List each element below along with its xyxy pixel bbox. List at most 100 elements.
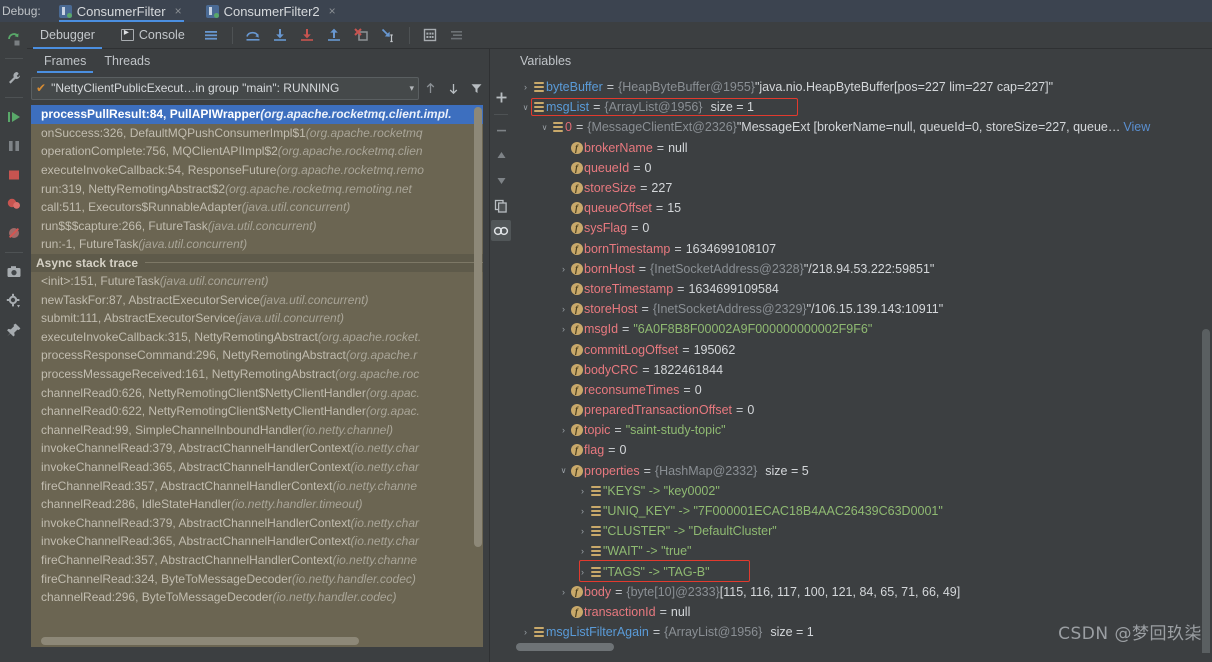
step-over-icon[interactable] [240, 23, 267, 47]
async-frame-list-item[interactable]: invokeChannelRead:379, AbstractChannelHa… [31, 439, 483, 458]
variable-row[interactable]: ∨ msgList = {ArrayList@1956} size = 1 [512, 97, 1212, 117]
chevron-right-icon[interactable]: › [577, 526, 588, 536]
thread-selector-dropdown[interactable]: ✔ "NettyClientPublicExecut…in group "mai… [31, 76, 419, 100]
drop-frame-icon[interactable] [348, 23, 375, 47]
variables-vertical-scrollbar[interactable] [1202, 329, 1210, 653]
frames-vertical-scrollbar[interactable] [474, 107, 482, 547]
rerun-icon[interactable] [2, 26, 26, 52]
filter-frames-icon[interactable] [465, 77, 488, 100]
show-console-lines-icon[interactable] [198, 23, 225, 47]
async-frame-list-item[interactable]: invokeChannelRead:365, AbstractChannelHa… [31, 458, 483, 477]
add-watch-icon[interactable] [491, 87, 511, 108]
stop-icon[interactable] [2, 162, 26, 188]
variable-row[interactable]: › f bornHost = {InetSocketAddress@2328} "/21… [512, 259, 1212, 279]
chevron-right-icon[interactable]: › [577, 506, 588, 516]
variable-row[interactable]: f reconsumeTimes = 0 [512, 380, 1212, 400]
variable-row[interactable]: › f body = {byte[10]@2333} [115, 116, 117, 1… [512, 582, 1212, 602]
variable-row[interactable]: › "KEYS" -> "key0002" [512, 481, 1212, 501]
frame-list-item[interactable]: processPullResult:84, PullAPIWrapper (or… [31, 105, 483, 124]
chevron-right-icon[interactable]: › [558, 425, 569, 435]
variable-row[interactable]: › "CLUSTER" -> "DefaultCluster" [512, 521, 1212, 541]
variable-row[interactable]: ∨ f properties = {HashMap@2332} size = 5 [512, 461, 1212, 481]
async-frame-list-item[interactable]: channelRead:286, IdleStateHandler (io.ne… [31, 495, 483, 514]
call-stack-frames-list[interactable]: processPullResult:84, PullAPIWrapper (or… [31, 105, 483, 647]
variable-row[interactable]: f storeSize = 227 [512, 178, 1212, 198]
tab-debugger[interactable]: Debugger [27, 22, 108, 49]
variable-row[interactable]: f sysFlag = 0 [512, 218, 1212, 238]
async-frame-list-item[interactable]: <init>:151, FutureTask (java.util.concur… [31, 272, 483, 291]
evaluate-expression-icon[interactable] [417, 23, 444, 47]
variable-row[interactable]: f queueOffset = 15 [512, 198, 1212, 218]
chevron-right-icon[interactable]: › [577, 567, 588, 577]
tab-console[interactable]: Console [108, 22, 198, 49]
async-frame-list-item[interactable]: fireChannelRead:357, AbstractChannelHand… [31, 476, 483, 495]
variable-row[interactable]: › f storeHost = {InetSocketAddress@2329} "/1… [512, 299, 1212, 319]
chevron-right-icon[interactable]: › [520, 627, 531, 637]
chevron-right-icon[interactable]: › [558, 324, 569, 334]
async-frame-list-item[interactable]: processMessageReceived:161, NettyRemotin… [31, 365, 483, 384]
debugger-settings-icon[interactable] [2, 288, 26, 314]
frame-list-item[interactable]: executeInvokeCallback:54, ResponseFuture… [31, 161, 483, 180]
async-frame-list-item[interactable]: channelRead0:626, NettyRemotingClient$Ne… [31, 383, 483, 402]
frame-list-item[interactable]: operationComplete:756, MQClientAPIImpl$2… [31, 142, 483, 161]
variable-row[interactable]: › "UNIQ_KEY" -> "7F000001ECAC18B4AAC26439… [512, 501, 1212, 521]
watches-icon[interactable] [491, 220, 511, 241]
view-breakpoints-icon[interactable] [2, 191, 26, 217]
async-frame-list-item[interactable]: newTaskFor:87, AbstractExecutorService (… [31, 290, 483, 309]
run-to-cursor-icon[interactable] [375, 23, 402, 47]
frame-list-item[interactable]: run:-1, FutureTask (java.util.concurrent… [31, 235, 483, 254]
async-frame-list-item[interactable]: invokeChannelRead:379, AbstractChannelHa… [31, 513, 483, 532]
chevron-down-icon[interactable]: ∨ [558, 466, 569, 475]
async-frame-list-item[interactable]: executeInvokeCallback:315, NettyRemoting… [31, 328, 483, 347]
variables-tree[interactable]: › byteBuffer = {HeapByteBuffer@1955} "java.… [512, 77, 1212, 653]
frame-down-icon[interactable] [442, 77, 465, 100]
async-frame-list-item[interactable]: processResponseCommand:296, NettyRemotin… [31, 346, 483, 365]
chevron-right-icon[interactable]: › [558, 587, 569, 597]
frame-list-item[interactable]: onSuccess:326, DefaultMQPushConsumerImpl… [31, 124, 483, 143]
resume-program-icon[interactable] [2, 104, 26, 130]
chevron-right-icon[interactable]: › [577, 486, 588, 496]
close-icon[interactable]: × [175, 5, 182, 17]
tab-threads[interactable]: Threads [95, 54, 159, 73]
async-frame-list-item[interactable]: fireChannelRead:357, AbstractChannelHand… [31, 551, 483, 570]
run-tab-consumerfilter[interactable]: ConsumerFilter × [55, 0, 188, 22]
async-frame-list-item[interactable]: submit:111, AbstractExecutorService (jav… [31, 309, 483, 328]
layout-settings-icon[interactable] [444, 23, 471, 47]
chevron-right-icon[interactable]: › [558, 304, 569, 314]
variable-row[interactable]: › f msgId = "6A0F8B8F00002A9F000000000002F9F… [512, 319, 1212, 339]
variable-row[interactable]: ∨ 0 = {MessageClientExt@2326} "MessageExt [… [512, 117, 1212, 137]
variable-row[interactable]: f queueId = 0 [512, 158, 1212, 178]
variable-row[interactable]: › "TAGS" -> "TAG-B" [512, 559, 1212, 582]
move-up-icon[interactable] [491, 145, 511, 166]
step-into-icon[interactable] [267, 23, 294, 47]
async-frame-list-item[interactable]: fireChannelRead:324, ByteToMessageDecode… [31, 569, 483, 588]
variable-row[interactable]: f commitLogOffset = 195062 [512, 339, 1212, 359]
chevron-right-icon[interactable]: › [558, 264, 569, 274]
pin-tab-icon[interactable] [2, 317, 26, 343]
variable-row[interactable]: f bodyCRC = 1822461844 [512, 360, 1212, 380]
async-frame-list-item[interactable]: channelRead:99, SimpleChannelInboundHand… [31, 421, 483, 440]
chevron-down-icon[interactable]: ∨ [520, 103, 531, 112]
copy-value-icon[interactable] [491, 195, 511, 216]
pause-program-icon[interactable] [2, 133, 26, 159]
variables-horizontal-scrollbar[interactable] [516, 643, 614, 651]
mute-breakpoints-icon[interactable] [2, 220, 26, 246]
variable-row[interactable]: f storeTimestamp = 1634699109584 [512, 279, 1212, 299]
frame-list-item[interactable]: run:319, NettyRemotingAbstract$2 (org.ap… [31, 179, 483, 198]
async-frame-list-item[interactable]: invokeChannelRead:365, AbstractChannelHa… [31, 532, 483, 551]
tab-frames[interactable]: Frames [35, 54, 95, 73]
close-icon[interactable]: × [329, 5, 336, 17]
variable-row[interactable]: f preparedTransactionOffset = 0 [512, 400, 1212, 420]
chevron-right-icon[interactable]: › [577, 546, 588, 556]
variable-row[interactable]: › byteBuffer = {HeapByteBuffer@1955} "java.… [512, 77, 1212, 97]
frame-list-item[interactable]: run$$$capture:266, FutureTask (java.util… [31, 217, 483, 236]
run-tab-consumerfilter2[interactable]: ConsumerFilter2 × [202, 0, 342, 22]
force-step-into-icon[interactable] [294, 23, 321, 47]
variable-row[interactable]: f flag = 0 [512, 440, 1212, 460]
camera-icon[interactable] [2, 259, 26, 285]
frames-horizontal-scrollbar[interactable] [41, 637, 359, 645]
frame-list-item[interactable]: call:511, Executors$RunnableAdapter (jav… [31, 198, 483, 217]
chevron-right-icon[interactable]: › [520, 82, 531, 92]
variable-row[interactable]: › f topic = "saint-study-topic" [512, 420, 1212, 440]
remove-watch-icon[interactable] [491, 120, 511, 141]
